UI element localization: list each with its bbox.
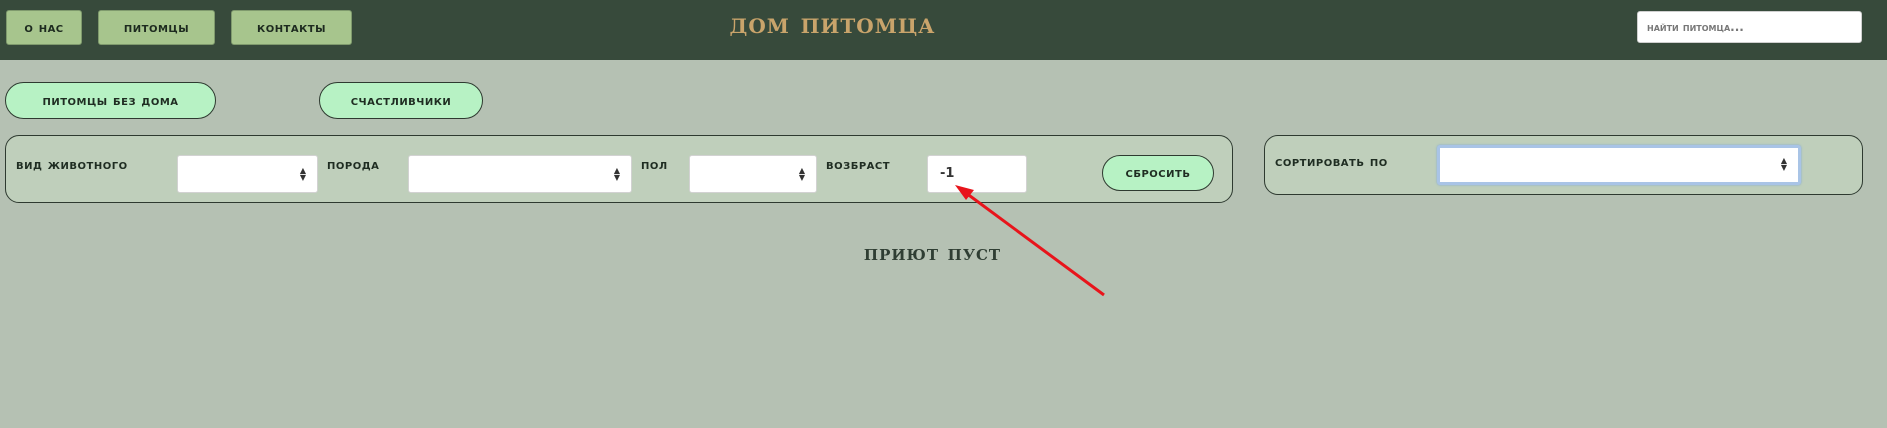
sex-label: пол <box>641 157 668 173</box>
sex-select[interactable]: ▲ ▼ <box>689 155 817 193</box>
age-input[interactable]: -1 <box>927 155 1027 193</box>
sort-label: сортировать по <box>1275 154 1388 170</box>
nav-pets-button[interactable]: питомцы <box>98 10 215 45</box>
site-title: ДОМ ПИТОМЦА <box>729 7 936 40</box>
sort-select[interactable]: ▲ ▼ <box>1437 145 1801 185</box>
select-arrows-icon: ▲ ▼ <box>299 166 307 182</box>
breed-select[interactable]: ▲ ▼ <box>408 155 632 193</box>
animal-type-select[interactable]: ▲ ▼ <box>177 155 318 193</box>
select-arrows-icon: ▲ ▼ <box>1780 156 1788 172</box>
tab-lucky-pets[interactable]: счастливчики <box>319 82 483 119</box>
select-arrows-icon: ▲ ▼ <box>613 166 621 182</box>
age-label: возбраст <box>826 157 891 173</box>
annotation-arrow-icon <box>955 185 1105 297</box>
nav-about-button[interactable]: О нас <box>6 10 82 45</box>
select-arrows-icon: ▲ ▼ <box>798 166 806 182</box>
animal-type-label: вид животного <box>16 157 128 173</box>
reset-button[interactable]: сбросить <box>1102 155 1214 191</box>
tab-homeless-pets[interactable]: питомцы без дома <box>5 82 216 119</box>
search-input[interactable] <box>1637 11 1862 43</box>
top-bar: О нас питомцы контакты ДОМ ПИТОМЦА <box>0 0 1887 60</box>
empty-shelter-message: ПРИЮТ ПУСТ <box>863 240 1002 266</box>
nav-contacts-button[interactable]: контакты <box>231 10 352 45</box>
breed-label: порода <box>327 157 380 173</box>
